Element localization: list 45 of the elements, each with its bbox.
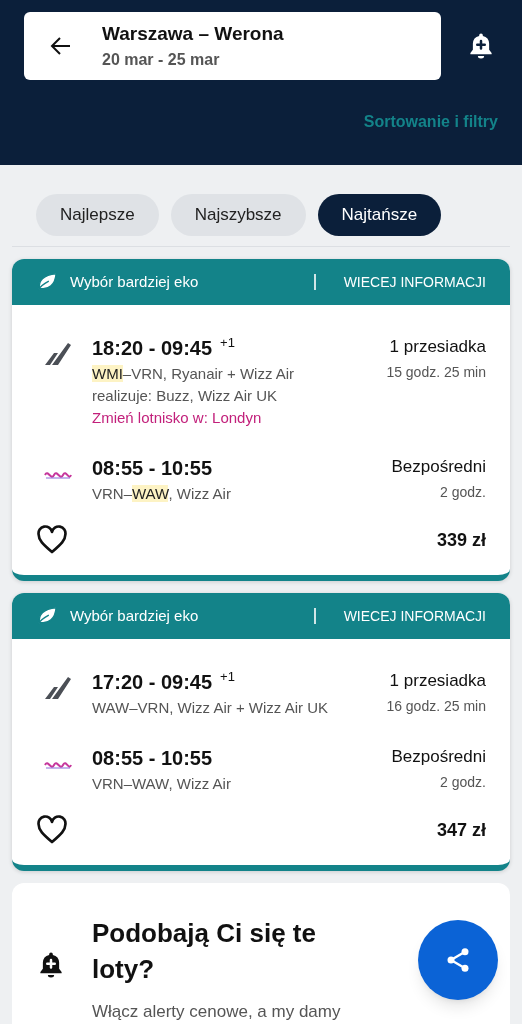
promo-title: Podobają Ci się te loty?	[92, 917, 317, 986]
route-text: WMI–VRN, Ryanair + Wizz Air	[92, 364, 296, 384]
duration-text: 16 godz. 25 min	[386, 697, 486, 716]
heart-icon[interactable]	[36, 815, 68, 845]
flight-times: 08:55 - 10:55	[92, 456, 213, 481]
stops-text: 1 przesiadka	[389, 336, 486, 358]
flight-times: 08:55 - 10:55	[92, 746, 213, 771]
airline-logo-icon	[44, 675, 72, 701]
promo-text: Włącz alerty cenowe, a my damy	[92, 1001, 342, 1023]
result-card[interactable]	[12, 259, 510, 581]
operated-by-text: realizuje: Buzz, Wizz Air UK	[92, 386, 279, 406]
route-text: VRN–WAW, Wizz Air	[92, 774, 232, 794]
airline-logo-icon	[44, 469, 72, 481]
flight-times: 17:20 - 09:45	[92, 670, 213, 695]
heart-icon[interactable]	[36, 525, 68, 555]
stops-text: 1 przesiadka	[389, 670, 486, 692]
stops-text: Bezpośredni	[391, 456, 486, 478]
more-info-link[interactable]: WIECEJ INFORMACJI	[343, 605, 486, 627]
route-text: WAW–VRN, Wizz Air + Wizz Air UK	[92, 698, 329, 718]
route-text: VRN–WAW, Wizz Air	[92, 484, 232, 504]
day-offset: +1	[220, 334, 235, 352]
sort-tab[interactable]: Najtańsze	[317, 194, 442, 236]
sort-tab[interactable]: Najszybsze	[170, 194, 306, 236]
price: 339 zł	[436, 528, 486, 552]
stops-text: Bezpośredni	[391, 746, 486, 768]
eco-label: Wybór bardziej eko	[70, 271, 199, 292]
eco-label: Wybór bardziej eko	[70, 605, 199, 626]
result-card[interactable]: Wybór bardziej eko WIECEJ INFORMACJI 17:20 - 09:45 +1 WAW–VRN, Wizz Air + Wizz Air UK 1 przesiadka 16 godz. 25 min 08:55 - 10:55 VRN–WAW, Wizz Air Bezpośredni 2 godz. 347 zł	[12, 593, 510, 871]
sort-tab[interactable]: Najlepsze	[36, 194, 159, 236]
flight-times: 18:20 - 09:45	[92, 336, 213, 361]
more-info-link[interactable]: WIECEJ INFORMACJI	[343, 271, 486, 293]
dates-text: 20 mar - 25 mar	[102, 50, 221, 71]
duration-text: 15 godz. 25 min	[386, 363, 486, 382]
duration-text: 2 godz.	[440, 773, 486, 792]
airline-logo-icon	[44, 759, 72, 771]
day-offset: +1	[220, 668, 235, 686]
price: 347 zł	[436, 818, 486, 842]
airline-logo-icon	[44, 341, 72, 367]
leaf-icon	[36, 272, 58, 292]
search-summary[interactable]: Warszawa – Werona 20 mar - 25 mar	[24, 12, 441, 80]
sort-filters-link[interactable]: Sortowanie i filtry	[363, 110, 498, 134]
change-airport-link[interactable]: Zmień lotnisko w: Londyn	[92, 407, 262, 429]
route-title: Warszawa – Werona	[102, 21, 284, 46]
duration-text: 2 godz.	[440, 483, 486, 502]
leaf-icon	[36, 606, 58, 626]
